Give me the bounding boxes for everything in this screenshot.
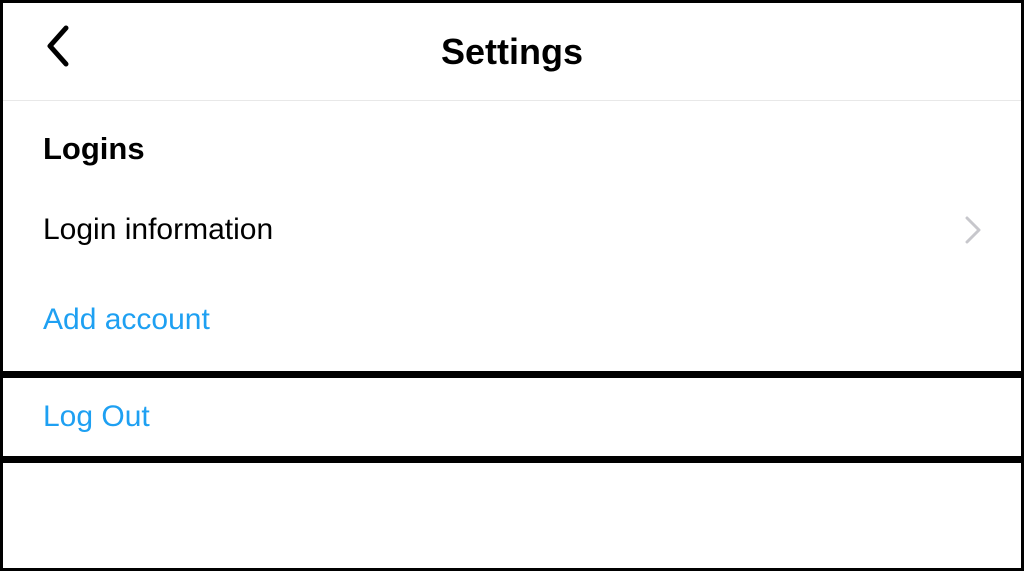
row-login-information[interactable]: Login information <box>3 185 1021 275</box>
row-log-out[interactable]: Log Out <box>3 371 1021 463</box>
row-label-add-account: Add account <box>43 303 210 337</box>
row-label-login-information: Login information <box>43 213 273 247</box>
page-title: Settings <box>441 31 583 73</box>
section-heading-logins: Logins <box>3 101 1021 185</box>
chevron-left-icon <box>46 24 70 73</box>
back-button[interactable] <box>33 23 83 73</box>
chevron-right-icon <box>965 216 981 244</box>
header-bar: Settings <box>3 3 1021 101</box>
row-add-account[interactable]: Add account <box>3 275 1021 365</box>
row-label-log-out: Log Out <box>43 400 150 434</box>
